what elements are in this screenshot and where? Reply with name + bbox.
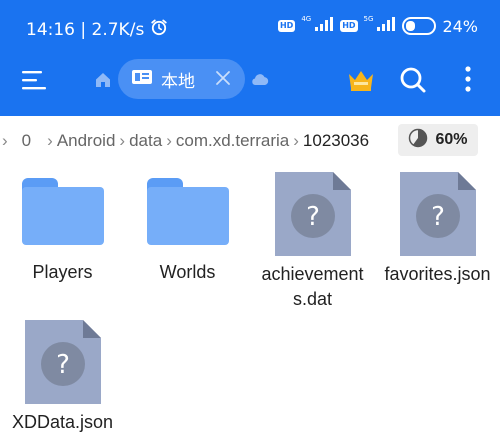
crumb-label: 1023036 [302,131,370,150]
crumb-label: Android [56,131,116,150]
battery-percent: 24% [442,16,478,36]
home-icon[interactable] [94,62,112,98]
network-gen-2: 5G [363,15,374,23]
file-name: Players [32,262,93,282]
chevron-right-icon: › [2,131,8,150]
storage-usage-button[interactable]: 60% [398,124,478,156]
svg-text:?: ? [306,202,320,232]
breadcrumb: › 0 › Android › data › com.xd.terraria ›… [0,116,500,166]
chevron-right-icon: › [166,131,172,150]
chevron-right-icon: › [47,131,53,150]
crown-icon[interactable] [346,62,376,98]
chevron-right-icon: › [119,131,126,150]
search-icon[interactable] [398,62,428,98]
status-left: 14:16 | 2.7K/s [26,18,168,41]
svg-text:?: ? [56,350,70,380]
unknown-file-icon: ? [399,172,476,256]
phone-storage-icon [131,68,153,90]
pie-chart-icon [408,128,428,153]
file-name: XDData.json [11,412,114,432]
network-gen-1: 4G [301,15,312,23]
location-tab[interactable]: 本地 [118,59,245,99]
crumb-label: com.xd.terraria [175,131,290,150]
crumb-current[interactable]: 1023036 [303,131,369,151]
signal-icon-1 [314,16,334,36]
signal-icon-2 [376,16,396,36]
hamburger-menu-icon[interactable] [20,62,48,98]
close-icon[interactable] [213,68,233,92]
file-item-favorites[interactable]: ? favorites.json [375,172,500,287]
location-label: 本地 [161,71,195,92]
crumb-package[interactable]: com.xd.terraria [176,131,289,151]
status-bar: 14:16 | 2.7K/s HD 4G HD 5G 24% [0,0,500,56]
time-and-speed: 14:16 | 2.7K/s [26,19,145,40]
chevron-right-icon: › [293,131,299,150]
more-vertical-icon[interactable] [460,62,476,98]
crumb-label: 0 [21,131,32,150]
file-name: Worlds [159,262,216,282]
battery-icon [402,17,437,35]
file-item-achievements[interactable]: ? achievements.dat [250,172,375,312]
crumb-0[interactable]: 0 [22,131,31,151]
folder-icon [21,178,104,254]
unknown-file-icon: ? [24,320,101,404]
file-name: achievements.dat [261,264,364,309]
crumb-label: data [129,131,163,150]
hd-badge-2: HD [340,20,358,32]
file-item-worlds[interactable]: Worlds [125,166,250,285]
alarm-clock-icon [150,18,168,41]
app-header: 14:16 | 2.7K/s HD 4G HD 5G 24% 本地 [0,0,500,116]
svg-text:?: ? [431,202,445,232]
storage-percent: 60% [435,131,468,148]
unknown-file-icon: ? [274,172,351,256]
hd-badge-1: HD [277,20,296,32]
folder-icon [146,178,229,254]
crumb-android[interactable]: Android [57,131,116,151]
file-name: favorites.json [384,264,491,284]
file-item-xddata[interactable]: ? XDData.json [0,320,125,435]
toolbar: 本地 [0,56,500,116]
crumb-data[interactable]: data [129,131,162,151]
file-item-players[interactable]: Players [0,166,125,285]
status-right: HD 4G HD 5G 24% [277,15,478,36]
cloud-icon[interactable] [250,62,270,98]
battery-level [406,21,416,31]
